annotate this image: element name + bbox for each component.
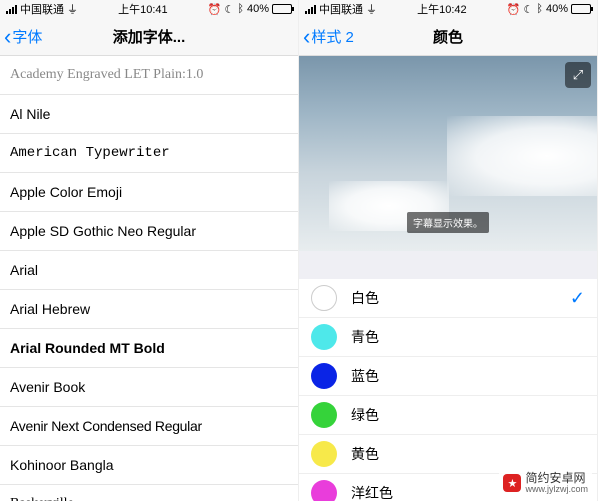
bluetooth-icon: ᛒ: [237, 3, 244, 15]
signal-icon: [305, 5, 316, 14]
font-row[interactable]: Arial Hebrew: [0, 290, 298, 329]
battery-icon: [571, 4, 591, 14]
wifi-icon: ⏚: [366, 1, 377, 17]
color-swatch: [311, 324, 337, 350]
watermark: ★ 简约安卓网 www.jylzwj.com: [499, 470, 592, 497]
status-time: 上午10:41: [118, 1, 168, 17]
cloud-decoration: [447, 116, 597, 196]
color-swatch: [311, 480, 337, 501]
right-screen: 中国联通 ⏚ 上午10:42 ⏰ ☾ ᛒ 40% ‹ 样式 2 颜色 ⤢ 字幕显…: [299, 0, 598, 501]
expand-button[interactable]: ⤢: [565, 62, 591, 88]
color-swatch: [311, 285, 337, 311]
alarm-icon: ⏰: [507, 3, 521, 16]
do-not-disturb-icon: ☾: [224, 3, 234, 16]
font-row[interactable]: American Typewriter: [0, 134, 298, 173]
color-label: 黄色: [351, 444, 585, 464]
preview-area: ⤢ 字幕显示效果。: [299, 56, 597, 251]
page-title: 添加字体...: [0, 26, 298, 47]
bluetooth-icon: ᛒ: [536, 3, 543, 15]
back-label: 字体: [12, 26, 42, 47]
color-label: 绿色: [351, 405, 585, 425]
font-row[interactable]: Apple SD Gothic Neo Regular: [0, 212, 298, 251]
watermark-url: www.jylzwj.com: [525, 485, 588, 495]
font-row[interactable]: Academy Engraved LET Plain:1.0: [0, 56, 298, 95]
battery-percent: 40%: [247, 3, 269, 15]
color-swatch: [311, 363, 337, 389]
color-label: 青色: [351, 327, 585, 347]
status-bar-right: 中国联通 ⏚ 上午10:42 ⏰ ☾ ᛒ 40%: [299, 0, 597, 18]
color-row[interactable]: 白色✓: [299, 279, 597, 318]
font-row[interactable]: Arial: [0, 251, 298, 290]
color-row[interactable]: 黄色: [299, 435, 597, 474]
color-swatch: [311, 402, 337, 428]
font-row[interactable]: Apple Color Emoji: [0, 173, 298, 212]
battery-percent: 40%: [546, 3, 568, 15]
checkmark-icon: ✓: [570, 288, 585, 309]
font-list: Academy Engraved LET Plain:1.0Al NileAme…: [0, 56, 298, 501]
section-spacer: [299, 251, 597, 279]
expand-icon: ⤢: [573, 67, 583, 83]
nav-bar-right: ‹ 样式 2 颜色: [299, 18, 597, 56]
back-button[interactable]: ‹ 字体: [0, 24, 42, 50]
font-row[interactable]: Arial Rounded MT Bold: [0, 329, 298, 368]
nav-bar-left: ‹ 字体 添加字体...: [0, 18, 298, 56]
color-label: 白色: [351, 288, 570, 308]
status-bar-left: 中国联通 ⏚ 上午10:41 ⏰ ☾ ᛒ 40%: [0, 0, 298, 18]
chevron-left-icon: ‹: [4, 24, 11, 50]
font-row[interactable]: Avenir Book: [0, 368, 298, 407]
alarm-icon: ⏰: [208, 3, 222, 16]
color-row[interactable]: 青色: [299, 318, 597, 357]
left-screen: 中国联通 ⏚ 上午10:41 ⏰ ☾ ᛒ 40% ‹ 字体 添加字体... Ac…: [0, 0, 299, 501]
color-row[interactable]: 绿色: [299, 396, 597, 435]
chevron-left-icon: ‹: [303, 24, 310, 50]
back-label: 样式 2: [311, 26, 354, 47]
color-row[interactable]: 蓝色: [299, 357, 597, 396]
font-row[interactable]: Baskerville: [0, 485, 298, 501]
subtitle-sample: 字幕显示效果。: [407, 212, 489, 233]
signal-icon: [6, 5, 17, 14]
color-list: 白色✓青色蓝色绿色黄色洋红色红色: [299, 279, 597, 501]
color-label: 蓝色: [351, 366, 585, 386]
battery-icon: [272, 4, 292, 14]
font-row[interactable]: Kohinoor Bangla: [0, 446, 298, 485]
status-time: 上午10:42: [417, 1, 467, 17]
watermark-logo-icon: ★: [503, 474, 521, 492]
font-row[interactable]: Al Nile: [0, 95, 298, 134]
back-button[interactable]: ‹ 样式 2: [299, 24, 354, 50]
wifi-icon: ⏚: [67, 1, 78, 17]
color-swatch: [311, 441, 337, 467]
do-not-disturb-icon: ☾: [523, 3, 533, 16]
font-row[interactable]: Avenir Next Condensed Regular: [0, 407, 298, 446]
carrier-label: 中国联通: [20, 1, 64, 17]
carrier-label: 中国联通: [319, 1, 363, 17]
